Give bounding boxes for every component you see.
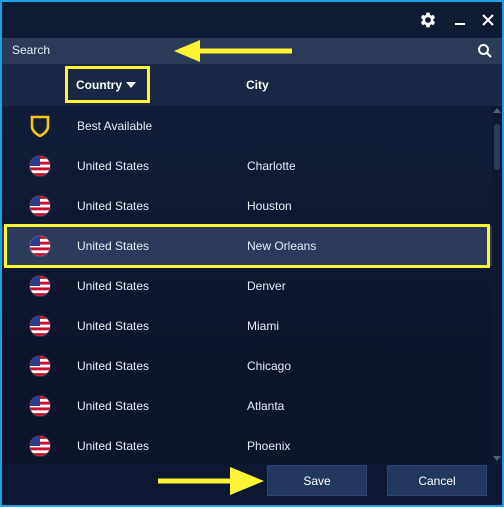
country-cell: United States — [77, 399, 150, 413]
server-selection-window: Search Country City Best Available Unite… — [0, 0, 504, 507]
list-scrollbar[interactable] — [492, 106, 502, 464]
country-cell: United States — [77, 279, 150, 293]
city-cell: Houston — [247, 199, 292, 213]
scroll-down-icon[interactable] — [493, 456, 501, 461]
country-cell: United States — [77, 159, 150, 173]
list-item[interactable]: United States Houston — [2, 186, 492, 226]
list-item[interactable]: United States Chicago — [2, 346, 492, 386]
country-cell: United States — [77, 359, 150, 373]
close-icon[interactable] — [476, 8, 500, 32]
country-cell: United States — [77, 319, 150, 333]
us-flag-icon — [30, 196, 50, 216]
city-cell: Miami — [247, 319, 279, 333]
search-icon[interactable] — [477, 43, 493, 59]
scroll-up-icon[interactable] — [493, 108, 501, 113]
us-flag-icon — [30, 396, 50, 416]
us-flag-icon — [30, 156, 50, 176]
search-label: Search — [12, 43, 51, 57]
scroll-thumb[interactable] — [494, 124, 500, 170]
list-item[interactable]: United States Atlanta — [2, 386, 492, 426]
list-item[interactable]: United States Phoenix — [2, 426, 492, 464]
list-item[interactable]: United States Denver — [2, 266, 492, 306]
shield-icon — [30, 115, 50, 138]
us-flag-icon — [30, 276, 50, 296]
gear-icon[interactable] — [416, 8, 440, 32]
list-item[interactable]: United States Charlotte — [2, 146, 492, 186]
country-cell: United States — [77, 199, 150, 213]
city-column-header[interactable]: City — [246, 78, 269, 92]
city-cell: Denver — [247, 279, 286, 293]
title-bar — [2, 2, 502, 38]
arrow-left-icon — [174, 40, 292, 62]
country-header-highlight-box — [65, 66, 150, 103]
city-cell: Charlotte — [247, 159, 296, 173]
arrow-right-icon — [158, 467, 264, 495]
minimize-icon[interactable] — [448, 8, 472, 32]
city-cell: Phoenix — [247, 439, 291, 453]
selected-row-highlight-box — [4, 224, 490, 268]
us-flag-icon — [30, 316, 50, 336]
country-cell: Best Available — [77, 119, 153, 133]
list-item-best-available[interactable]: Best Available — [2, 106, 492, 146]
city-cell: Chicago — [247, 359, 292, 373]
cancel-button[interactable]: Cancel — [387, 465, 487, 496]
country-cell: United States — [77, 439, 150, 453]
list-item[interactable]: United States Miami — [2, 306, 492, 346]
city-cell: Atlanta — [247, 399, 285, 413]
save-button[interactable]: Save — [267, 465, 367, 496]
us-flag-icon — [30, 356, 50, 376]
us-flag-icon — [30, 436, 50, 456]
server-list: Best Available United States Charlotte U… — [2, 106, 492, 464]
